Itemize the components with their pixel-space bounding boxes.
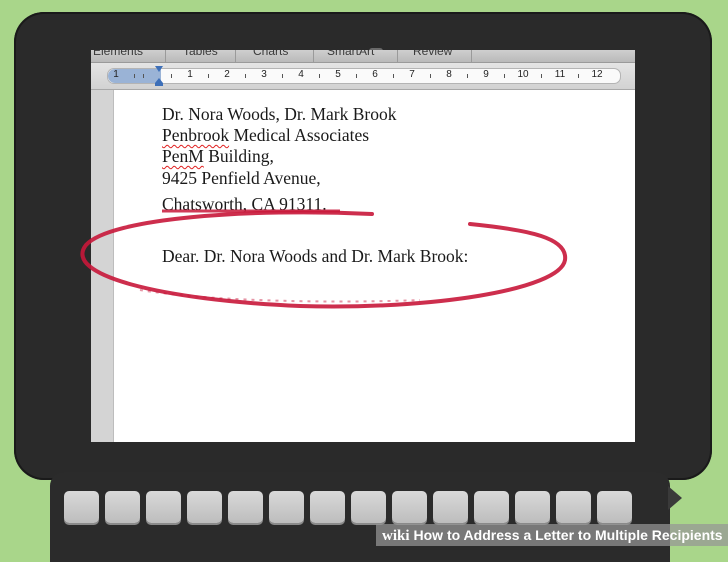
misspelled-word: PenM — [162, 146, 204, 166]
ruler-label: 1 — [187, 69, 193, 80]
ruler-tick — [393, 74, 394, 78]
ruler-label: 10 — [517, 69, 529, 80]
ruler-label: 3 — [261, 69, 267, 80]
keyboard-key[interactable] — [597, 491, 632, 523]
brand-logo-text: wiki — [382, 528, 410, 544]
ruler-tick — [143, 74, 144, 78]
ruler-label: 9 — [483, 69, 489, 80]
document-page[interactable]: Dr. Nora Woods, Dr. Mark Brook Penbrook … — [114, 90, 635, 442]
keyboard-key[interactable] — [351, 491, 386, 523]
keyboard-key[interactable] — [187, 491, 222, 523]
ribbon-divider — [471, 50, 472, 62]
ribbon-divider — [313, 50, 314, 62]
ruler-label: 12 — [591, 69, 603, 80]
ruler-tick — [134, 74, 135, 78]
ruler-tick — [504, 74, 505, 78]
tab-tables[interactable]: Tables — [183, 50, 218, 58]
ruler-label: 6 — [372, 69, 378, 80]
ruler-label: 8 — [446, 69, 452, 80]
ruler-tick — [541, 74, 542, 78]
keyboard-key[interactable] — [310, 491, 345, 523]
ribbon-divider — [235, 50, 236, 62]
ruler: 1 1 2 3 4 5 6 7 8 9 10 11 12 — [91, 63, 635, 90]
ribbon-divider — [397, 50, 398, 62]
street-line: 9425 Penfield Avenue, — [162, 168, 321, 188]
ruler-tick — [171, 74, 172, 78]
arrow-right-icon — [668, 486, 682, 510]
ruler-tick — [467, 74, 468, 78]
keyboard-key[interactable] — [515, 491, 550, 523]
ruler-tick — [430, 74, 431, 78]
ruler-label: 1 — [113, 69, 119, 80]
city-line: Chatsworth, CA 91311. — [162, 194, 327, 214]
keyboard-key[interactable] — [146, 491, 181, 523]
company-line: Penbrook Medical Associates — [162, 125, 369, 146]
ruler-tick — [282, 74, 283, 78]
tab-elements[interactable]: Elements — [93, 50, 143, 58]
tab-smartart[interactable]: SmartArt — [327, 50, 374, 58]
building-line: PenM Building, — [162, 146, 274, 167]
word-processor-window: Elements Tables Charts SmartArt Review 1… — [91, 50, 635, 442]
company-line-rest: Medical Associates — [229, 125, 370, 145]
ruler-label: 7 — [409, 69, 415, 80]
tab-charts[interactable]: Charts — [253, 50, 288, 58]
ruler-track: 1 1 2 3 4 5 6 7 8 9 10 11 12 — [107, 68, 621, 84]
ruler-label: 2 — [224, 69, 230, 80]
ruler-tick — [245, 74, 246, 78]
keyboard — [50, 472, 670, 562]
keyboard-key[interactable] — [269, 491, 304, 523]
keyboard-key[interactable] — [228, 491, 263, 523]
keyboard-key[interactable] — [105, 491, 140, 523]
indent-marker-icon[interactable] — [155, 66, 163, 86]
misspelled-word: Penbrook — [162, 125, 230, 145]
ribbon-divider — [165, 50, 166, 62]
keyboard-key[interactable] — [556, 491, 591, 523]
caption-title: How to Address a Letter to Multiple Reci… — [413, 527, 723, 543]
ruler-label: 5 — [335, 69, 341, 80]
keyboard-key[interactable] — [433, 491, 468, 523]
ruler-tick — [319, 74, 320, 78]
keyboard-key[interactable] — [64, 491, 99, 523]
recipient-names-line: Dr. Nora Woods, Dr. Mark Brook — [162, 104, 397, 124]
ruler-tick — [356, 74, 357, 78]
tab-review[interactable]: Review — [413, 50, 452, 58]
building-line-rest: Building, — [203, 146, 274, 166]
ruler-tick — [578, 74, 579, 78]
ruler-tick — [208, 74, 209, 78]
ribbon-tab-bar: Elements Tables Charts SmartArt Review — [91, 50, 635, 63]
keyboard-key[interactable] — [474, 491, 509, 523]
salutation-line: Dear. Dr. Nora Woods and Dr. Mark Brook: — [162, 246, 469, 266]
keyboard-key[interactable] — [392, 491, 427, 523]
ruler-label: 4 — [298, 69, 304, 80]
left-gutter — [91, 90, 114, 442]
caption-banner: wiki How to Address a Letter to Multiple … — [376, 524, 728, 546]
ruler-label: 11 — [554, 69, 566, 80]
